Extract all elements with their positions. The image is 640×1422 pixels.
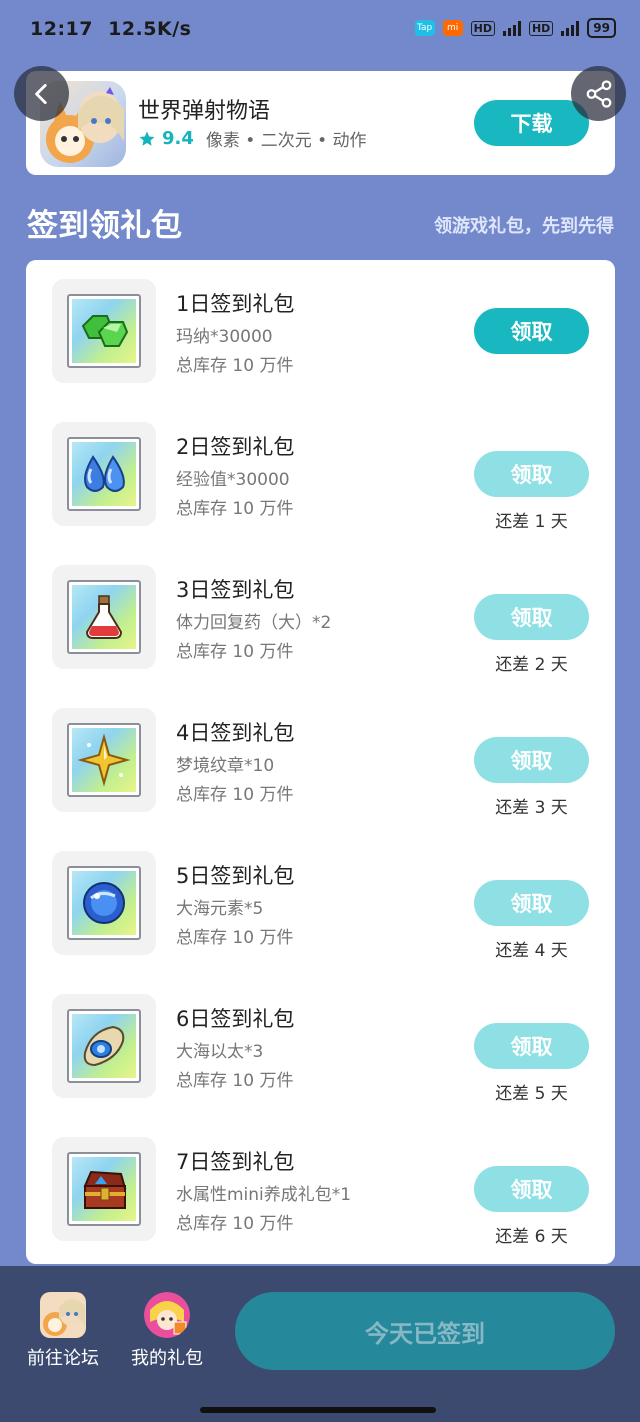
claim-button[interactable]: 领取 <box>474 594 589 640</box>
gift-title: 7日签到礼包 <box>176 1150 295 1174</box>
back-button[interactable] <box>14 66 69 121</box>
gift-item-day1: 1日签到礼包 玛纳*30000 总库存 10 万件 领取 <box>26 260 615 383</box>
gift-thumbnail <box>52 279 156 383</box>
signed-in-today-button[interactable]: 今天已签到 <box>235 1292 615 1370</box>
claim-button[interactable]: 领取 <box>474 308 589 354</box>
taptap-notification-icon: Tap <box>414 20 435 36</box>
gold-star-icon <box>77 733 131 787</box>
gift-item-day3: 3日签到礼包 体力回复药（大）*2 总库存 10 万件 领取 还差 2 天 <box>26 546 615 675</box>
gift-item-day7: 7日签到礼包 水属性mini养成礼包*1 总库存 10 万件 领取 还差 6 天 <box>26 1118 615 1247</box>
gift-stock: 总库存 10 万件 <box>176 1214 294 1234</box>
days-remaining: 还差 6 天 <box>495 1227 568 1247</box>
gift-reward: 梦境纹章*10 <box>176 756 275 776</box>
green-gem-icon <box>81 315 129 347</box>
my-gifts-label: 我的礼包 <box>131 1348 203 1369</box>
my-gifts-nav[interactable]: 我的礼包 <box>131 1292 203 1370</box>
gift-title: 4日签到礼包 <box>176 721 295 745</box>
gift-item-day2: 2日签到礼包 经验值*30000 总库存 10 万件 领取 还差 1 天 <box>26 403 615 532</box>
gift-item-day4: 4日签到礼包 梦境纹章*10 总库存 10 万件 领取 还差 3 天 <box>26 689 615 818</box>
days-remaining: 还差 2 天 <box>495 655 568 675</box>
gift-stock: 总库存 10 万件 <box>176 1071 294 1091</box>
battery-icon: 99 <box>587 18 616 38</box>
home-indicator[interactable] <box>200 1407 436 1413</box>
gift-stock: 总库存 10 万件 <box>176 499 294 519</box>
hd-badge-2: HD <box>528 20 554 36</box>
hd-badge-1: HD <box>470 20 495 36</box>
game-card: 世界弹射物语 9.4 像素 • 二次元 • 动作 下载 <box>26 71 615 175</box>
gift-title: 5日签到礼包 <box>176 864 295 888</box>
gift-reward: 经验值*30000 <box>176 470 290 490</box>
section-title: 签到领礼包 <box>27 208 182 244</box>
download-button[interactable]: 下载 <box>474 100 589 146</box>
days-remaining: 还差 3 天 <box>495 798 568 818</box>
game-name: 世界弹射物语 <box>138 99 271 124</box>
gift-reward: 水属性mini养成礼包*1 <box>176 1185 352 1205</box>
gift-item-day6: 6日签到礼包 大海以太*3 总库存 10 万件 领取 还差 5 天 <box>26 975 615 1104</box>
gift-stock: 总库存 10 万件 <box>176 642 294 662</box>
blue-orb-icon <box>83 882 125 924</box>
forum-nav[interactable]: 前往论坛 <box>27 1292 99 1370</box>
status-icons: Tap mi HD HD 99 <box>414 18 616 38</box>
share-button[interactable] <box>571 66 626 121</box>
gift-thumbnail <box>52 565 156 669</box>
star-icon <box>139 131 155 146</box>
gift-thumbnail <box>52 994 156 1098</box>
gift-title: 6日签到礼包 <box>176 1007 295 1031</box>
signal-icon-2 <box>561 20 580 36</box>
game-tags: 像素 • 二次元 • 动作 <box>205 131 367 151</box>
gift-reward: 体力回复药（大）*2 <box>176 613 332 633</box>
days-remaining: 还差 1 天 <box>495 512 568 532</box>
gift-thumbnail <box>52 708 156 812</box>
red-potion-icon <box>85 595 123 639</box>
days-remaining: 还差 4 天 <box>495 941 568 961</box>
gift-title: 3日签到礼包 <box>176 578 295 602</box>
claim-button[interactable]: 领取 <box>474 451 589 497</box>
signal-icon-1 <box>502 20 521 36</box>
gift-stock: 总库存 10 万件 <box>176 928 294 948</box>
gift-title: 1日签到礼包 <box>176 292 295 316</box>
forum-icon <box>40 1292 86 1338</box>
game-rating: 9.4 <box>162 128 194 149</box>
forum-label: 前往论坛 <box>27 1348 99 1369</box>
game-meta: 9.4 像素 • 二次元 • 动作 <box>138 126 367 151</box>
treasure-chest-icon <box>83 1170 127 1209</box>
gift-thumbnail <box>52 422 156 526</box>
gift-reward: 大海元素*5 <box>176 899 264 919</box>
gift-thumbnail <box>52 1137 156 1241</box>
my-gifts-icon <box>144 1292 190 1338</box>
gift-title: 2日签到礼包 <box>176 435 295 459</box>
gift-stock: 总库存 10 万件 <box>176 785 294 805</box>
chevron-left-icon <box>34 83 47 104</box>
gift-reward: 玛纳*30000 <box>176 327 273 347</box>
bottom-bar: 前往论坛 我的礼包 今天已签到 <box>0 1266 640 1422</box>
status-time: 12:17 12.5K/s <box>30 18 191 40</box>
claim-button[interactable]: 领取 <box>474 1023 589 1069</box>
section-subtitle: 领游戏礼包，先到先得 <box>434 216 614 237</box>
claim-button[interactable]: 领取 <box>474 880 589 926</box>
gift-reward: 大海以太*3 <box>176 1042 264 1062</box>
gift-list: 1日签到礼包 玛纳*30000 总库存 10 万件 领取 2日签到礼包 经验值*… <box>26 260 615 1264</box>
claim-button[interactable]: 领取 <box>474 737 589 783</box>
ether-scroll-icon <box>83 1025 125 1067</box>
network-speed: 12.5K/s <box>108 18 192 40</box>
status-bar: 12:17 12.5K/s Tap mi HD HD 99 <box>0 0 640 60</box>
gift-stock: 总库存 10 万件 <box>176 356 294 376</box>
gift-item-day5: 5日签到礼包 大海元素*5 总库存 10 万件 领取 还差 4 天 <box>26 832 615 961</box>
mi-notification-icon: mi <box>442 20 463 36</box>
gift-thumbnail <box>52 851 156 955</box>
share-icon <box>586 79 611 108</box>
days-remaining: 还差 5 天 <box>495 1084 568 1104</box>
claim-button[interactable]: 领取 <box>474 1166 589 1212</box>
clock-text: 12:17 <box>30 18 93 40</box>
blue-drops-icon <box>84 455 125 492</box>
